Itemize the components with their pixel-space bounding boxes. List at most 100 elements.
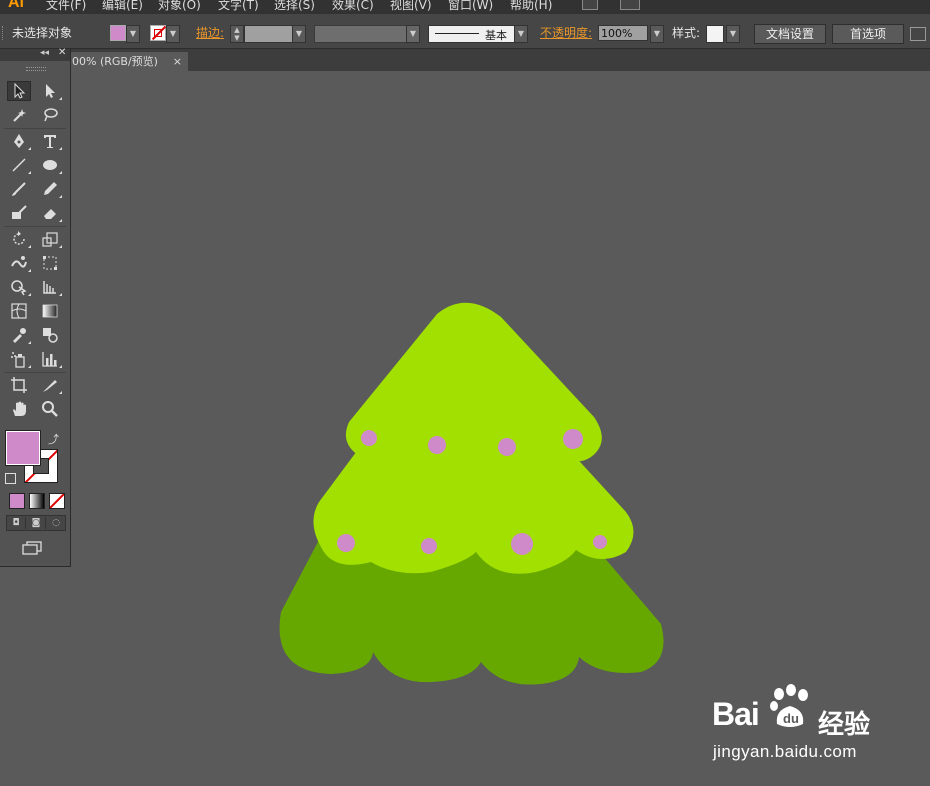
eyedropper-icon: [13, 328, 26, 343]
symbol-sprayer-tool[interactable]: [7, 349, 31, 369]
hand-tool[interactable]: [7, 399, 31, 419]
variable-width-dropdown-icon[interactable]: ▼: [406, 25, 420, 43]
menu-help[interactable]: 帮助(H): [510, 0, 552, 13]
draw-inside-icon[interactable]: ◌: [47, 517, 65, 529]
ellipse-tool[interactable]: [38, 155, 62, 175]
blob-brush-tool[interactable]: [7, 203, 31, 223]
paintbrush-tool[interactable]: [7, 179, 31, 199]
menu-window[interactable]: 窗口(W): [448, 0, 493, 13]
pen-tool[interactable]: [7, 131, 31, 151]
opacity-field[interactable]: 100%: [598, 25, 648, 41]
style-dropdown-icon[interactable]: ▼: [726, 25, 740, 43]
fill-color-box[interactable]: [6, 431, 40, 465]
eyedropper-tool[interactable]: [7, 325, 31, 345]
menu-select[interactable]: 选择(S): [274, 0, 315, 13]
warp-tool[interactable]: [7, 253, 31, 273]
document-setup-button[interactable]: 文档设置: [754, 24, 826, 44]
lasso-tool[interactable]: [38, 105, 62, 125]
collapse-panel-icon[interactable]: ◂◂: [40, 48, 49, 58]
swap-fill-stroke-icon[interactable]: ⤴: [48, 431, 59, 447]
zoom-tool[interactable]: [38, 399, 62, 419]
rotate-icon: [13, 231, 25, 245]
eraser-tool[interactable]: [38, 203, 62, 223]
blob-brush-icon: [12, 205, 27, 219]
watermark-brand-cn: 经验: [818, 710, 871, 740]
ornament: [563, 429, 583, 449]
rotate-tool[interactable]: [7, 229, 31, 249]
type-icon: [44, 135, 56, 148]
shape-builder-tool[interactable]: [7, 277, 31, 297]
stroke-weight-dropdown-icon[interactable]: ▼: [292, 25, 306, 43]
pen-icon: [14, 134, 24, 148]
draw-behind-icon[interactable]: ◙: [27, 517, 46, 529]
perspective-grid-tool[interactable]: [38, 277, 62, 297]
variable-width-profile[interactable]: [314, 25, 408, 43]
tools-panel-header[interactable]: ◂◂ ✕: [0, 47, 70, 61]
watermark-url: jingyan.baidu.com: [713, 742, 857, 761]
graphic-style-swatch[interactable]: [706, 25, 724, 43]
magic-wand-tool[interactable]: [7, 105, 31, 125]
panel-grip-icon[interactable]: [26, 67, 46, 71]
shape-builder-icon: [11, 280, 27, 296]
column-graph-tool[interactable]: [38, 349, 62, 369]
brush-definition[interactable]: 基本: [428, 25, 516, 43]
none-mode-button[interactable]: [49, 493, 65, 509]
gradient-mode-button[interactable]: [29, 493, 45, 509]
menu-object[interactable]: 对象(O): [158, 0, 201, 13]
artboard-icon: [11, 377, 27, 393]
stroke-dropdown-icon[interactable]: ▼: [166, 25, 180, 43]
opacity-dropdown-icon[interactable]: ▼: [650, 25, 664, 43]
stroke-weight-field[interactable]: [244, 25, 294, 43]
close-panel-icon[interactable]: ✕: [58, 47, 66, 58]
brush-dropdown-icon[interactable]: ▼: [514, 25, 528, 43]
direct-selection-tool[interactable]: [38, 81, 62, 101]
slice-tool[interactable]: [38, 375, 62, 395]
scale-tool[interactable]: [38, 229, 62, 249]
panel-grip[interactable]: [2, 26, 6, 40]
default-fill-stroke-icon[interactable]: [5, 473, 16, 484]
pencil-tool[interactable]: [38, 179, 62, 199]
close-document-icon[interactable]: ×: [173, 52, 182, 71]
pencil-icon: [44, 182, 57, 195]
color-mode-button[interactable]: [9, 493, 25, 509]
menu-effect[interactable]: 效果(C): [332, 0, 374, 13]
gradient-tool[interactable]: [38, 301, 62, 321]
line-segment-tool[interactable]: [7, 155, 31, 175]
app-logo: Ai: [8, 0, 24, 11]
bridge-icon[interactable]: [582, 0, 598, 10]
mesh-tool[interactable]: [7, 301, 31, 321]
type-tool[interactable]: [38, 131, 62, 151]
selection-status: 未选择对象: [12, 26, 73, 40]
control-bar: 未选择对象 ▼ ▼ 描边: ▲ ▼ ▼ ▼ 基本 ▼ 不透明度: 100% ▼ 样…: [0, 14, 930, 49]
stroke-swatch[interactable]: [150, 25, 166, 41]
canvas[interactable]: [71, 72, 930, 786]
document-tab[interactable]: 00% (RGB/预览) ×: [70, 52, 188, 71]
perspective-grid-icon: [43, 281, 56, 294]
control-panel-menu-icon[interactable]: [910, 27, 926, 41]
selection-tool[interactable]: [7, 81, 31, 101]
menu-edit[interactable]: 编辑(E): [102, 0, 143, 13]
ornament: [361, 430, 377, 446]
lasso-icon: [44, 108, 58, 122]
menu-file[interactable]: 文件(F): [46, 0, 86, 13]
screen-mode-icon[interactable]: [22, 541, 42, 555]
christmas-tree-artwork[interactable]: [71, 72, 930, 786]
stroke-label[interactable]: 描边:: [196, 24, 224, 41]
gradient-icon: [42, 304, 58, 318]
artboard-tool[interactable]: [7, 375, 31, 395]
scale-icon: [42, 232, 58, 247]
stroke-weight-stepper[interactable]: ▲ ▼: [230, 25, 244, 43]
menu-view[interactable]: 视图(V): [390, 0, 432, 13]
draw-normal-icon[interactable]: ◘: [7, 517, 26, 529]
fill-dropdown-icon[interactable]: ▼: [126, 25, 140, 43]
watermark-brand: Bai: [712, 696, 760, 732]
magic-wand-icon: [13, 109, 26, 122]
opacity-label[interactable]: 不透明度:: [540, 24, 592, 41]
menu-type[interactable]: 文字(T): [218, 0, 259, 13]
preferences-button[interactable]: 首选项: [832, 24, 904, 44]
arrange-documents-icon[interactable]: [620, 0, 640, 10]
blend-tool[interactable]: [38, 325, 62, 345]
line-segment-icon: [12, 158, 26, 172]
free-transform-tool[interactable]: [38, 253, 62, 273]
fill-swatch[interactable]: [110, 25, 126, 41]
